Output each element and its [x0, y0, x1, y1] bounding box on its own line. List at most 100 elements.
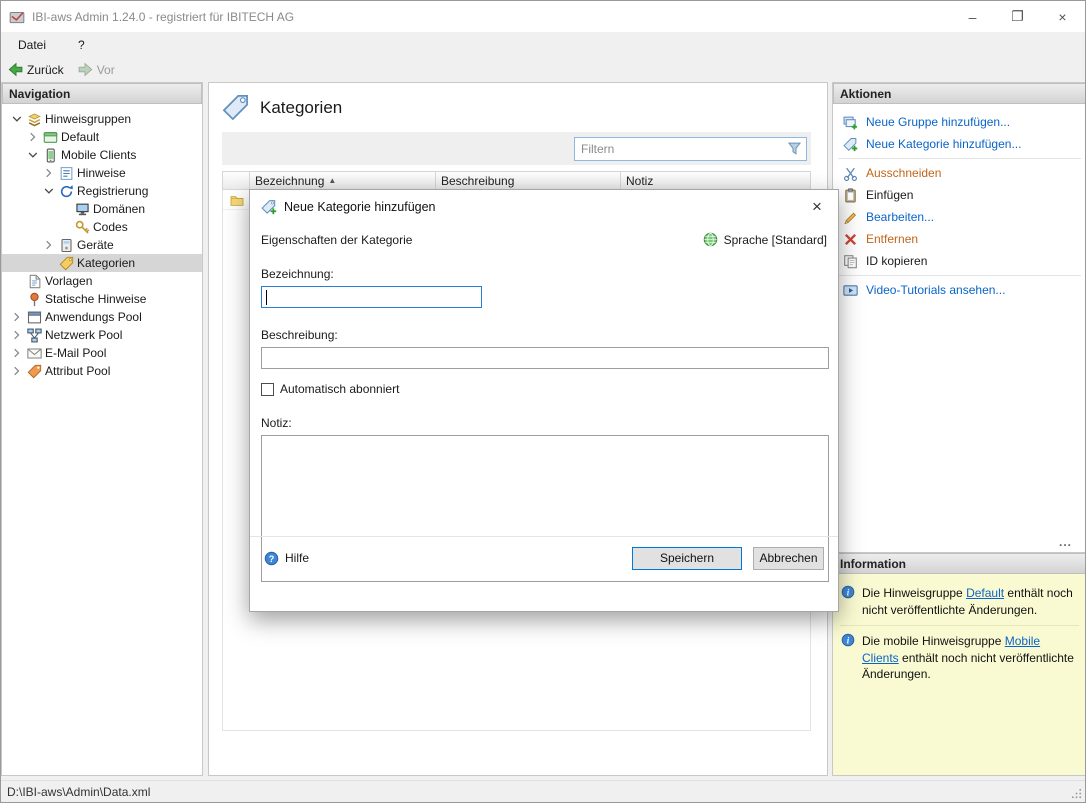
tree-item-geraete[interactable]: Geräte — [2, 236, 202, 254]
beschreibung-input[interactable] — [261, 347, 829, 369]
action-bearbeiten[interactable]: Bearbeiten... — [833, 206, 1086, 228]
chevron-right-icon[interactable] — [41, 166, 56, 180]
back-button[interactable]: Zurück — [8, 62, 64, 77]
actions-separator — [838, 158, 1081, 159]
maximize-button[interactable]: ❐ — [995, 1, 1040, 32]
anwendungs-icon — [27, 310, 42, 325]
column-label: Bezeichnung — [255, 174, 324, 188]
bezeichnung-label: Bezeichnung: — [261, 267, 827, 281]
filter-funnel-icon[interactable] — [787, 141, 802, 156]
information-link[interactable]: Default — [966, 586, 1004, 600]
information-text: Die Hinweisgruppe Default enthält noch n… — [862, 585, 1078, 618]
chevron-right-icon[interactable] — [25, 130, 40, 144]
menu-item-datei[interactable]: Datei — [14, 36, 50, 54]
action-label: Einfügen — [866, 188, 913, 202]
kategorien-page-icon — [222, 94, 249, 121]
actions-overflow[interactable]: ... — [833, 535, 1086, 552]
action-id-kopieren[interactable]: ID kopieren — [833, 250, 1086, 272]
language-label: Sprache [Standard] — [724, 233, 827, 247]
chevron-spacer — [9, 274, 24, 288]
dialog-footer: ? Hilfe Speichern Abbrechen — [250, 536, 838, 579]
actions-panel: Aktionen Neue Gruppe hinzufügen...Neue K… — [832, 82, 1086, 553]
abonniert-checkbox[interactable] — [261, 383, 274, 396]
help-link[interactable]: ? Hilfe — [264, 551, 309, 566]
info-text-before: Die Hinweisgruppe — [862, 586, 966, 600]
action-label: Video-Tutorials ansehen... — [866, 283, 1005, 297]
chevron-right-icon[interactable] — [9, 328, 24, 342]
tree-item-label: Registrierung — [77, 184, 148, 198]
information-body: iDie Hinweisgruppe Default enthält noch … — [833, 574, 1086, 775]
action-entfernen[interactable]: Entfernen — [833, 228, 1086, 250]
action-ausschneiden[interactable]: Ausschneiden — [833, 162, 1086, 184]
tree-item-registrierung[interactable]: Registrierung — [2, 182, 202, 200]
action-neue-gruppe[interactable]: Neue Gruppe hinzufügen... — [833, 111, 1086, 133]
chevron-right-icon[interactable] — [9, 346, 24, 360]
action-neue-kategorie[interactable]: Neue Kategorie hinzufügen... — [833, 133, 1086, 155]
tree-item-label: Geräte — [77, 238, 114, 252]
chevron-spacer — [41, 256, 56, 270]
close-button[interactable]: × — [1040, 1, 1085, 32]
chevron-down-icon[interactable] — [41, 184, 56, 198]
chevron-spacer — [9, 292, 24, 306]
kategorien-icon — [59, 256, 74, 271]
attribut-icon — [27, 364, 42, 379]
chevron-right-icon[interactable] — [9, 364, 24, 378]
resize-grip[interactable] — [1070, 787, 1083, 800]
app-window: IBI-aws Admin 1.24.0 - registriert für I… — [0, 0, 1086, 803]
filter-input[interactable] — [575, 142, 787, 156]
sort-asc-icon: ▲ — [328, 176, 336, 185]
email-icon — [27, 346, 42, 361]
title-bar: IBI-aws Admin 1.24.0 - registriert für I… — [1, 1, 1085, 32]
save-button[interactable]: Speichern — [632, 547, 742, 570]
tree-item-codes[interactable]: Codes — [2, 218, 202, 236]
dialog-close-icon[interactable]: × — [802, 193, 832, 221]
forward-button[interactable]: Vor — [78, 62, 115, 77]
tree-item-statische-hinweise[interactable]: Statische Hinweise — [2, 290, 202, 308]
language-selector[interactable]: Sprache [Standard] — [703, 232, 827, 247]
minimize-button[interactable]: – — [950, 1, 995, 32]
forward-arrow-icon — [78, 62, 93, 77]
column-header-bezeichnung[interactable]: Bezeichnung ▲ — [250, 172, 436, 189]
back-arrow-icon — [8, 62, 23, 77]
beschreibung-label: Beschreibung: — [261, 328, 827, 342]
bezeichnung-input[interactable] — [262, 287, 481, 307]
chevron-right-icon[interactable] — [41, 238, 56, 252]
column-header-notiz[interactable]: Notiz — [621, 172, 810, 189]
filter-band — [222, 132, 811, 165]
action-label: Ausschneiden — [866, 166, 941, 180]
action-label: ID kopieren — [866, 254, 927, 268]
chevron-down-icon[interactable] — [25, 148, 40, 162]
menu-item-hilfe[interactable]: ? — [74, 36, 89, 54]
tree-item-kategorien[interactable]: Kategorien — [2, 254, 202, 272]
action-einfuegen[interactable]: Einfügen — [833, 184, 1086, 206]
cancel-button[interactable]: Abbrechen — [753, 547, 824, 570]
tree-item-email-pool[interactable]: E-Mail Pool — [2, 344, 202, 362]
tree-item-netzwerk-pool[interactable]: Netzwerk Pool — [2, 326, 202, 344]
window-title: IBI-aws Admin 1.24.0 - registriert für I… — [32, 10, 294, 24]
tree-item-label: Anwendungs Pool — [45, 310, 142, 324]
column-header-beschreibung[interactable]: Beschreibung — [436, 172, 621, 189]
tree-item-label: Statische Hinweise — [45, 292, 146, 306]
page-header: Kategorien — [209, 83, 827, 121]
vorlagen-icon — [27, 274, 42, 289]
tree-item-attribut-pool[interactable]: Attribut Pool — [2, 362, 202, 380]
tree-item-label: Attribut Pool — [45, 364, 110, 378]
action-video-tutorials[interactable]: Video-Tutorials ansehen... — [833, 279, 1086, 301]
tree-item-domaenen[interactable]: Domänen — [2, 200, 202, 218]
tree-item-label: Codes — [93, 220, 128, 234]
tree-item-anwendungs-pool[interactable]: Anwendungs Pool — [2, 308, 202, 326]
action-label: Entfernen — [866, 232, 918, 246]
tree-item-default[interactable]: Default — [2, 128, 202, 146]
help-icon: ? — [264, 551, 279, 566]
tree-item-hinweisgruppen[interactable]: Hinweisgruppen — [2, 110, 202, 128]
tree-item-vorlagen[interactable]: Vorlagen — [2, 272, 202, 290]
chevron-down-icon[interactable] — [9, 112, 24, 126]
tree-item-hinweise[interactable]: Hinweise — [2, 164, 202, 182]
chevron-right-icon[interactable] — [9, 310, 24, 324]
table-header-icon-col — [223, 172, 250, 189]
netzwerk-icon — [27, 328, 42, 343]
tree-item-mobile-clients[interactable]: Mobile Clients — [2, 146, 202, 164]
tree-item-label: Netzwerk Pool — [45, 328, 122, 342]
forward-label: Vor — [97, 63, 115, 77]
tree-item-label: E-Mail Pool — [45, 346, 106, 360]
